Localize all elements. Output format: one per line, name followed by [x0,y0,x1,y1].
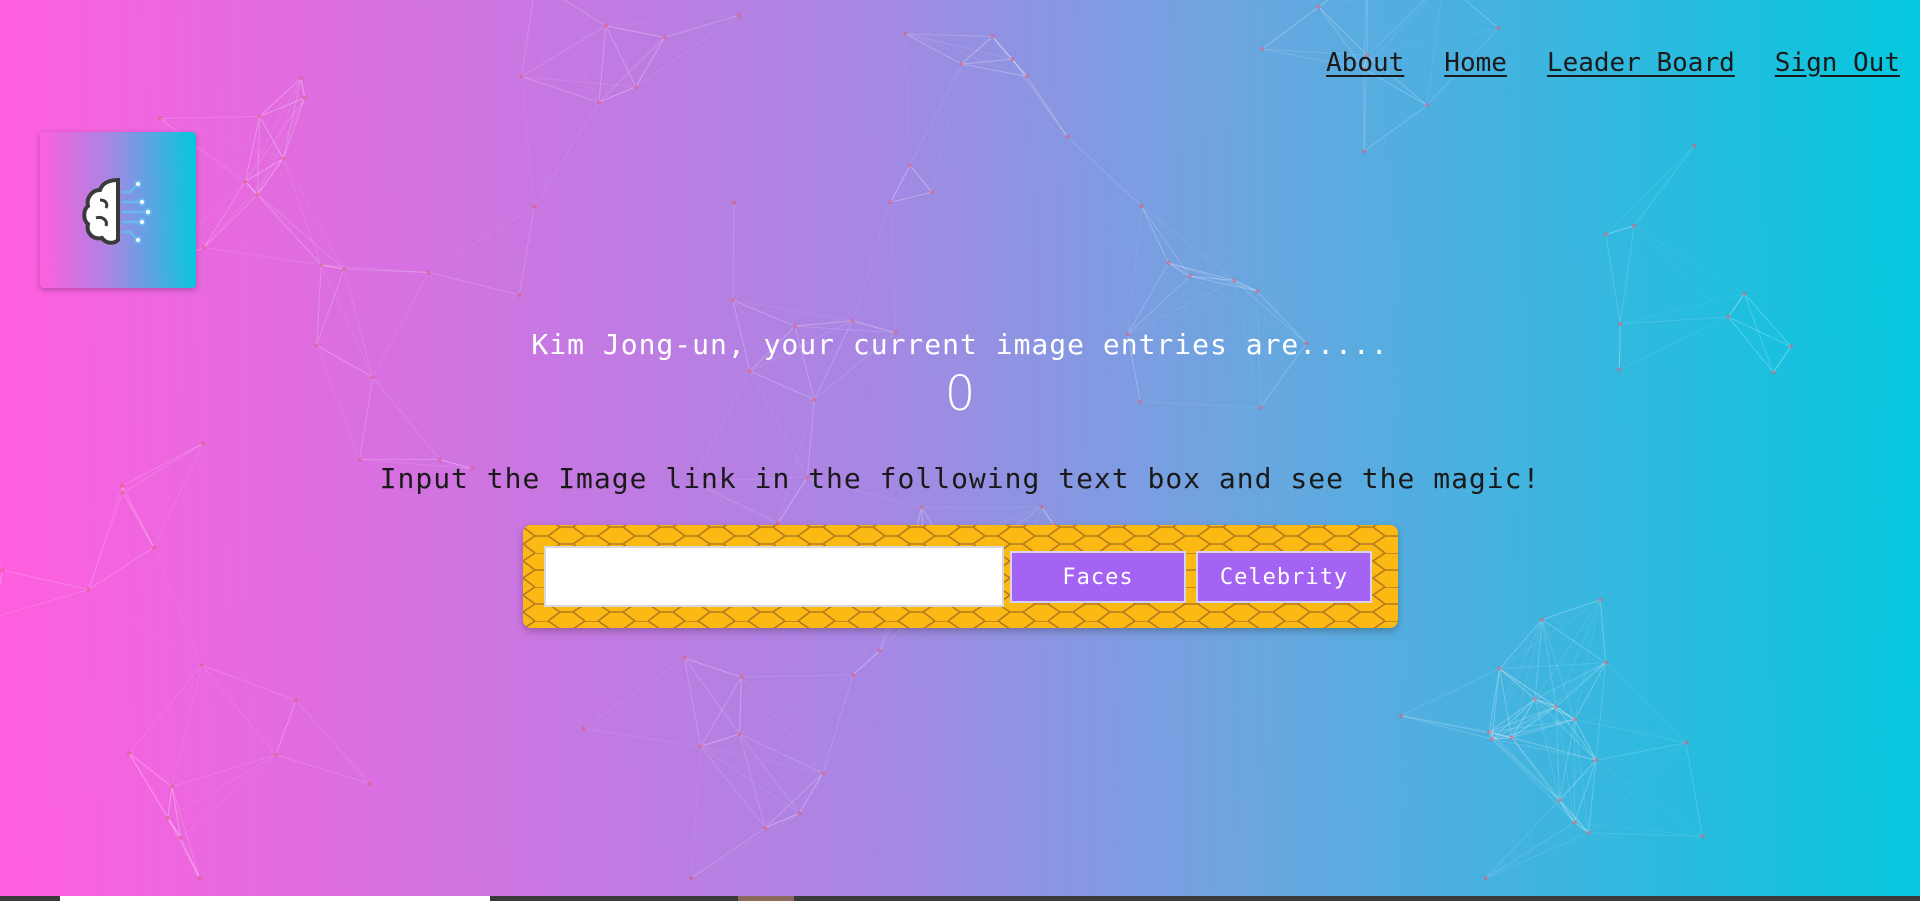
brain-circuit-icon [82,177,152,245]
entries-message: Kim Jong-un, your current image entries … [531,328,1389,361]
entries-count: 0 [944,366,976,422]
image-url-input[interactable] [544,546,1004,607]
image-link-form: Faces Celebrity [523,525,1398,628]
instruction-text: Input the Image link in the following te… [379,462,1541,495]
particle-network-background [0,0,1793,880]
nav-link-home[interactable]: Home [1444,48,1507,78]
nav-link-leader-board[interactable]: Leader Board [1547,48,1735,78]
nav-link-about[interactable]: About [1326,48,1404,78]
celebrity-button[interactable]: Celebrity [1196,551,1372,603]
scrollbar-thumb[interactable] [60,896,490,901]
faces-button[interactable]: Faces [1010,551,1186,603]
app-logo[interactable] [40,132,196,288]
scrollbar-marker [738,896,794,901]
top-navigation: About Home Leader Board Sign Out [1326,48,1900,78]
bottom-scrollbar[interactable] [0,896,1920,901]
nav-link-sign-out[interactable]: Sign Out [1775,48,1900,78]
